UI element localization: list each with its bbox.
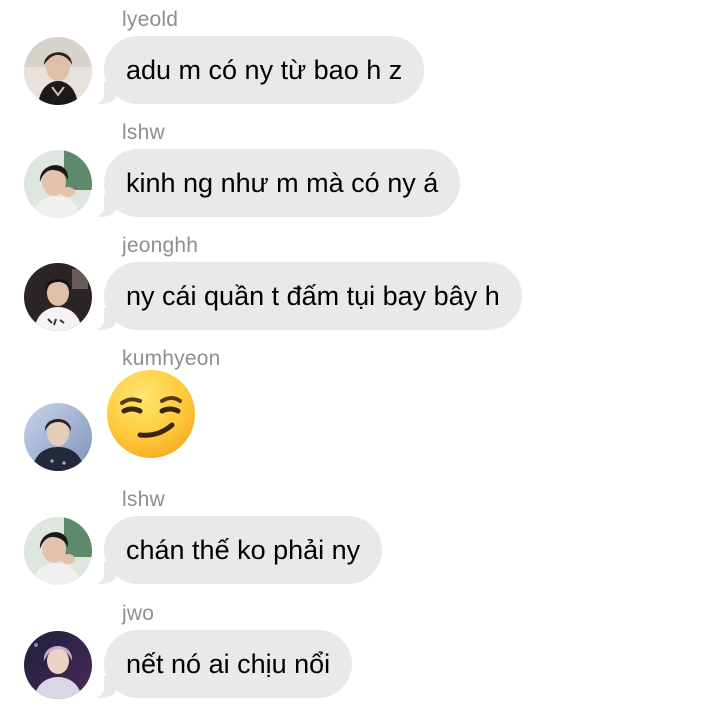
avatar[interactable] xyxy=(24,517,92,585)
message-bubble[interactable]: adu m có ny từ bao h z xyxy=(91,36,425,104)
avatar[interactable] xyxy=(24,263,92,331)
message-group: kumhyeon xyxy=(0,339,720,471)
avatar[interactable] xyxy=(24,403,92,471)
message-text: nết nó ai chịu nổi xyxy=(126,648,331,679)
message-bubble[interactable]: nết nó ai chịu nổi xyxy=(91,630,353,698)
sender-name: jwo xyxy=(122,602,155,625)
message-group: lshw chán thế ko phải ny xyxy=(0,480,720,593)
message-group: jwo nết nó ai chịu nổi xyxy=(0,594,720,707)
sender-name: lshw xyxy=(122,121,165,144)
message-bubble[interactable]: ny cái quần t đấm tụi bay bây h xyxy=(92,262,522,330)
sender-name: lyeold xyxy=(122,8,179,31)
message-bubble[interactable]: chán thế ko phải ny xyxy=(91,516,383,584)
message-group: lshw kinh ng như m mà có ny á xyxy=(0,113,720,226)
avatar[interactable] xyxy=(24,37,92,105)
message-bubble[interactable]: kinh ng như m mà có ny á xyxy=(91,149,461,217)
sender-name: jeonghh xyxy=(122,234,199,257)
sender-name: lshw xyxy=(122,488,165,511)
avatar[interactable] xyxy=(24,150,92,218)
message-text: kinh ng như m mà có ny á xyxy=(126,167,439,198)
message-text: chán thế ko phải ny xyxy=(126,534,361,565)
message-group: jeonghh ny cái quần t đấm tụi bay bây h xyxy=(0,226,720,339)
message-text: adu m có ny từ bao h z xyxy=(126,54,403,85)
message-group: lyeold adu m có ny từ bao h z xyxy=(0,0,720,113)
message-thread: lyeold adu m có ny từ bao h z lshw kinh … xyxy=(0,0,720,707)
smirking-face-emoji[interactable] xyxy=(104,367,198,461)
message-text: ny cái quần t đấm tụi bay bây h xyxy=(126,280,500,311)
avatar[interactable] xyxy=(24,631,92,699)
